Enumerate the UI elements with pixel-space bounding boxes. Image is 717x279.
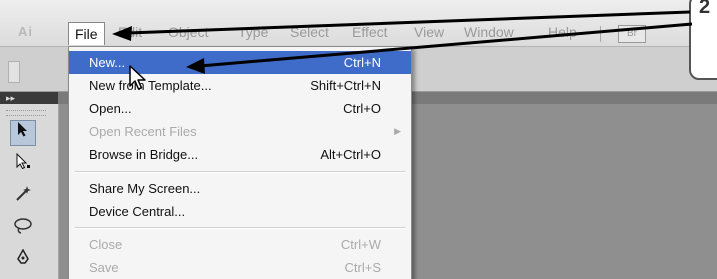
pen-tool-icon[interactable] xyxy=(10,248,36,274)
submenu-arrow-icon: ▶ xyxy=(394,126,401,136)
menu-divider xyxy=(600,26,601,42)
menu-item-label: Save xyxy=(89,260,119,275)
menu-item-shortcut: Ctrl+N xyxy=(343,55,381,70)
tools-panel-grip[interactable] xyxy=(6,110,46,116)
menu-item-new[interactable]: New... Ctrl+N xyxy=(69,51,411,74)
menu-item-label: Share My Screen... xyxy=(89,181,201,196)
menu-item-browse-in-bridge[interactable]: Browse in Bridge... Alt+Ctrl+O xyxy=(69,143,411,166)
menu-object[interactable]: Object xyxy=(168,24,208,44)
illustrator-window: Ai File Edit Object Type Select Effect V… xyxy=(0,0,717,279)
menu-item-close[interactable]: Close Ctrl+W xyxy=(69,233,411,256)
menu-item-label: Open... xyxy=(89,101,132,116)
menu-item-shortcut: Ctrl+S xyxy=(344,260,381,275)
menu-item-new-from-template[interactable]: New from Template... Shift+Ctrl+N xyxy=(69,74,411,97)
menu-item-shortcut: Ctrl+W xyxy=(340,237,381,252)
menu-effect[interactable]: Effect xyxy=(352,24,388,44)
bridge-button[interactable]: Br xyxy=(618,25,646,43)
menu-edit[interactable]: Edit xyxy=(118,24,142,44)
tools-panel xyxy=(0,104,59,279)
step-callout: 2 xyxy=(689,0,717,80)
menu-item-label: New... xyxy=(89,55,126,70)
menu-item-open[interactable]: Open... Ctrl+O xyxy=(69,97,411,120)
menu-item-share-my-screen[interactable]: Share My Screen... xyxy=(69,177,411,200)
menu-file[interactable]: File xyxy=(68,22,105,45)
magic-wand-tool-icon[interactable] xyxy=(10,184,36,210)
menu-bar: Ai File Edit Object Type Select Effect V… xyxy=(0,0,717,47)
menu-item-shortcut: Shift+Ctrl+N xyxy=(310,78,381,93)
menu-window[interactable]: Window xyxy=(464,24,514,44)
lasso-tool-icon[interactable] xyxy=(10,216,36,242)
menu-item-label: Browse in Bridge... xyxy=(89,147,199,162)
menu-item-shortcut: Ctrl+O xyxy=(343,101,381,116)
menu-item-open-recent-files[interactable]: Open Recent Files ▶ xyxy=(69,120,411,143)
tools-panel-header[interactable]: ▸▸ xyxy=(0,92,58,104)
menu-view[interactable]: View xyxy=(414,24,444,44)
menu-help[interactable]: Help xyxy=(548,24,577,44)
step-number: 2 xyxy=(699,0,711,18)
menu-item-shortcut: Alt+Ctrl+O xyxy=(320,147,381,162)
app-logo: Ai xyxy=(18,24,33,39)
menu-item-label: Close xyxy=(89,237,123,252)
menu-separator xyxy=(75,171,405,173)
menu-item-label: New from Template... xyxy=(89,78,212,93)
direct-selection-tool-icon[interactable] xyxy=(10,152,36,178)
mouse-pointer-icon xyxy=(128,64,150,92)
menu-item-save[interactable]: Save Ctrl+S xyxy=(69,256,411,279)
menu-item-label: Device Central... xyxy=(89,204,186,219)
menu-item-label: Open Recent Files xyxy=(89,124,197,139)
selection-tool-icon[interactable] xyxy=(10,120,36,146)
menu-select[interactable]: Select xyxy=(290,24,329,44)
menu-separator xyxy=(75,227,405,229)
menu-item-device-central[interactable]: Device Central... xyxy=(69,200,411,223)
menu-type[interactable]: Type xyxy=(238,24,268,44)
control-bar-grip[interactable] xyxy=(8,61,20,83)
file-menu-dropdown: New... Ctrl+N New from Template... Shift… xyxy=(68,46,412,279)
